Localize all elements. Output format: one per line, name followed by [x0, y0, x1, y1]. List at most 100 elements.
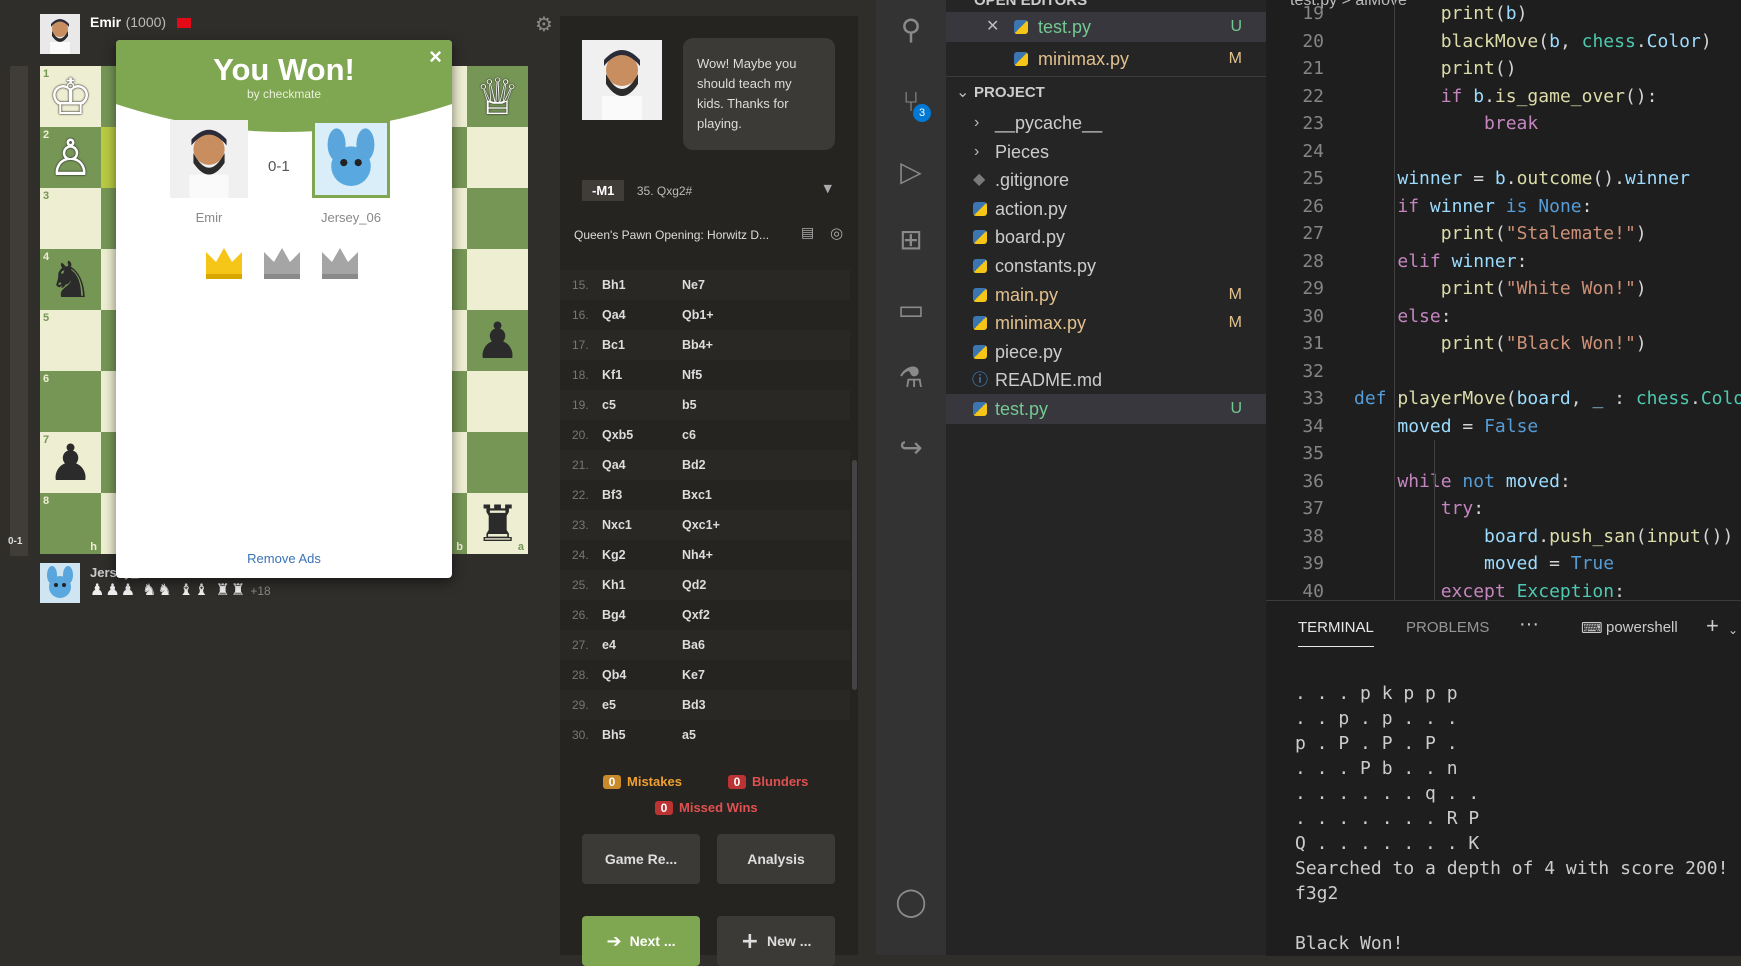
- board-square[interactable]: 8h: [40, 493, 101, 554]
- book-icon[interactable]: ▤: [801, 225, 814, 241]
- code-line[interactable]: 26 if winner is None:: [1266, 193, 1741, 221]
- black-move[interactable]: Qd2: [682, 578, 762, 592]
- live-share-icon[interactable]: ↪: [893, 430, 929, 466]
- black-move[interactable]: Bb4+: [682, 338, 762, 352]
- white-move[interactable]: Bh5: [602, 728, 682, 742]
- open-editors-header[interactable]: OPEN EDITORS: [946, 0, 1266, 12]
- board-square[interactable]: ♕: [467, 66, 528, 127]
- code-text[interactable]: print(): [1354, 55, 1517, 83]
- code-text[interactable]: break: [1354, 110, 1538, 138]
- terminal-shell-icon[interactable]: ⌨: [1581, 619, 1603, 637]
- white-move[interactable]: e4: [602, 638, 682, 652]
- open-editor-minimax[interactable]: minimax.py M: [946, 44, 1266, 74]
- code-line[interactable]: 38 board.push_san(input()): [1266, 523, 1741, 551]
- board-square[interactable]: 5: [40, 310, 101, 371]
- board-square[interactable]: a ♜: [467, 493, 528, 554]
- terminal-shell-name[interactable]: powershell: [1606, 619, 1678, 636]
- new-terminal-plus-icon[interactable]: +: [1706, 613, 1719, 639]
- remove-ads-link[interactable]: Remove Ads: [116, 551, 452, 566]
- board-square[interactable]: [467, 371, 528, 432]
- white-move[interactable]: Bh1: [602, 278, 682, 292]
- project-header[interactable]: ⌄ PROJECT: [946, 78, 1266, 108]
- code-text[interactable]: try:: [1354, 495, 1484, 523]
- white-move[interactable]: c5: [602, 398, 682, 412]
- file-item[interactable]: main.py M: [946, 280, 1266, 310]
- jersey-avatar[interactable]: [40, 563, 80, 603]
- code-text[interactable]: print(b): [1354, 0, 1528, 28]
- code-line[interactable]: 20 blackMove(b, chess.Color): [1266, 28, 1741, 56]
- code-line[interactable]: 19 print(b): [1266, 0, 1741, 28]
- top-player-name[interactable]: Emir: [90, 14, 121, 30]
- emir-avatar[interactable]: [40, 14, 80, 54]
- code-line[interactable]: 28 elif winner:: [1266, 248, 1741, 276]
- black-move[interactable]: Qxf2: [682, 608, 762, 622]
- code-line[interactable]: 37 try:: [1266, 495, 1741, 523]
- code-text[interactable]: else:: [1354, 303, 1451, 331]
- move-list-scrollbar[interactable]: [852, 460, 857, 690]
- chevron-down-icon[interactable]: ▼: [824, 182, 832, 195]
- code-text[interactable]: elif winner:: [1354, 248, 1527, 276]
- code-line[interactable]: 27 print("Stalemate!"): [1266, 220, 1741, 248]
- board-square[interactable]: ♟: [467, 310, 528, 371]
- black-move[interactable]: Nf5: [682, 368, 762, 382]
- white-move[interactable]: Nxc1: [602, 518, 682, 532]
- file-item[interactable]: board.py: [946, 222, 1266, 252]
- code-line[interactable]: 36 while not moved:: [1266, 468, 1741, 496]
- board-square[interactable]: 4 ♞: [40, 249, 101, 310]
- board-square[interactable]: [467, 127, 528, 188]
- file-item[interactable]: action.py: [946, 194, 1266, 224]
- run-debug-icon[interactable]: ▷: [893, 154, 929, 190]
- more-actions-icon[interactable]: ···: [1519, 613, 1539, 636]
- settings-gear-icon[interactable]: ⚙: [535, 12, 553, 36]
- code-line[interactable]: 35: [1266, 440, 1741, 468]
- white-move[interactable]: Kf1: [602, 368, 682, 382]
- compass-icon[interactable]: ◎: [830, 224, 843, 242]
- black-move[interactable]: Ba6: [682, 638, 762, 652]
- code-editor[interactable]: test.py > aiMove 19 print(b) 20 blackMove…: [1266, 0, 1741, 600]
- testing-icon[interactable]: ⚗: [893, 360, 929, 396]
- white-move[interactable]: Qa4: [602, 458, 682, 472]
- code-line[interactable]: 23 break: [1266, 110, 1741, 138]
- file-item[interactable]: ◆ .gitignore: [946, 165, 1266, 195]
- code-text[interactable]: print("White Won!"): [1354, 275, 1647, 303]
- code-text[interactable]: if b.is_game_over():: [1354, 83, 1658, 111]
- code-line[interactable]: 32: [1266, 358, 1741, 386]
- chess-piece[interactable]: ♕: [467, 66, 528, 127]
- board-square[interactable]: 2 ♙: [40, 127, 101, 188]
- analysis-button[interactable]: Analysis: [717, 834, 835, 884]
- code-line[interactable]: 24: [1266, 138, 1741, 166]
- code-line[interactable]: 25 winner = b.outcome().winner: [1266, 165, 1741, 193]
- code-line[interactable]: 30 else:: [1266, 303, 1741, 331]
- white-move[interactable]: Kh1: [602, 578, 682, 592]
- extensions-icon[interactable]: ⊞: [893, 222, 929, 258]
- file-item[interactable]: ⓘ README.md: [946, 365, 1266, 395]
- black-move[interactable]: Qxc1+: [682, 518, 762, 532]
- file-item[interactable]: constants.py: [946, 251, 1266, 281]
- board-square[interactable]: [467, 432, 528, 493]
- move-list[interactable]: 15. Bh1 Ne7 16. Qa4 Qb1+ 17. Bc1 Bb4+ 18. Kf1 Nf5 19…: [560, 270, 850, 750]
- tab-problems[interactable]: PROBLEMS: [1406, 619, 1489, 636]
- chevron-down-icon[interactable]: ⌄: [1728, 623, 1738, 637]
- black-move[interactable]: a5: [682, 728, 762, 742]
- white-move[interactable]: Qb4: [602, 668, 682, 682]
- white-move[interactable]: Bf3: [602, 488, 682, 502]
- white-move[interactable]: e5: [602, 698, 682, 712]
- chess-piece[interactable]: ♜: [467, 493, 528, 554]
- code-line[interactable]: 21 print(): [1266, 55, 1741, 83]
- close-icon[interactable]: ×: [429, 44, 442, 70]
- board-square[interactable]: [467, 188, 528, 249]
- board-square[interactable]: 1 ♔: [40, 66, 101, 127]
- game-review-button[interactable]: Game Re...: [582, 834, 700, 884]
- black-move[interactable]: Qb1+: [682, 308, 762, 322]
- code-line[interactable]: 22 if b.is_game_over():: [1266, 83, 1741, 111]
- code-line[interactable]: 39 moved = True: [1266, 550, 1741, 578]
- terminal-output[interactable]: . . . p k p p p . . p . p . . . p . P . …: [1295, 681, 1728, 956]
- code-text[interactable]: moved = False: [1354, 413, 1538, 441]
- chess-piece[interactable]: ♟: [40, 432, 101, 493]
- remote-explorer-icon[interactable]: ▭: [893, 292, 929, 328]
- black-move[interactable]: Bxc1: [682, 488, 762, 502]
- chess-piece[interactable]: ♔: [40, 66, 101, 127]
- black-move[interactable]: Ke7: [682, 668, 762, 682]
- code-text[interactable]: if winner is None:: [1354, 193, 1592, 221]
- code-line[interactable]: 31 print("Black Won!"): [1266, 330, 1741, 358]
